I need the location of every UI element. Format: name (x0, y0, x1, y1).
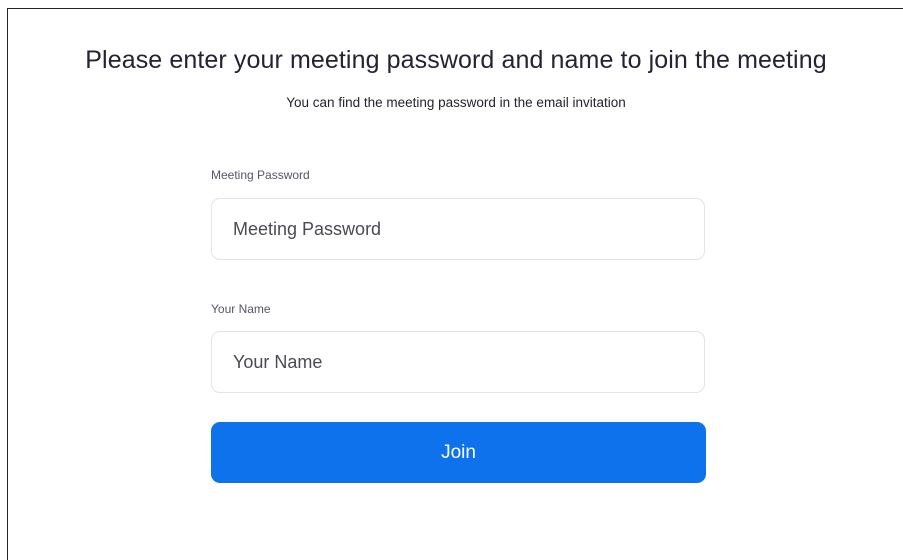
page-title: Please enter your meeting password and n… (85, 46, 827, 74)
page-subtitle: You can find the meeting password in the… (286, 95, 626, 110)
meeting-password-input[interactable] (211, 198, 705, 260)
your-name-label: Your Name (211, 302, 271, 316)
join-meeting-dialog: Please enter your meeting password and n… (7, 8, 903, 560)
join-button[interactable]: Join (211, 422, 706, 483)
your-name-input[interactable] (211, 331, 705, 393)
meeting-password-label: Meeting Password (211, 168, 310, 182)
